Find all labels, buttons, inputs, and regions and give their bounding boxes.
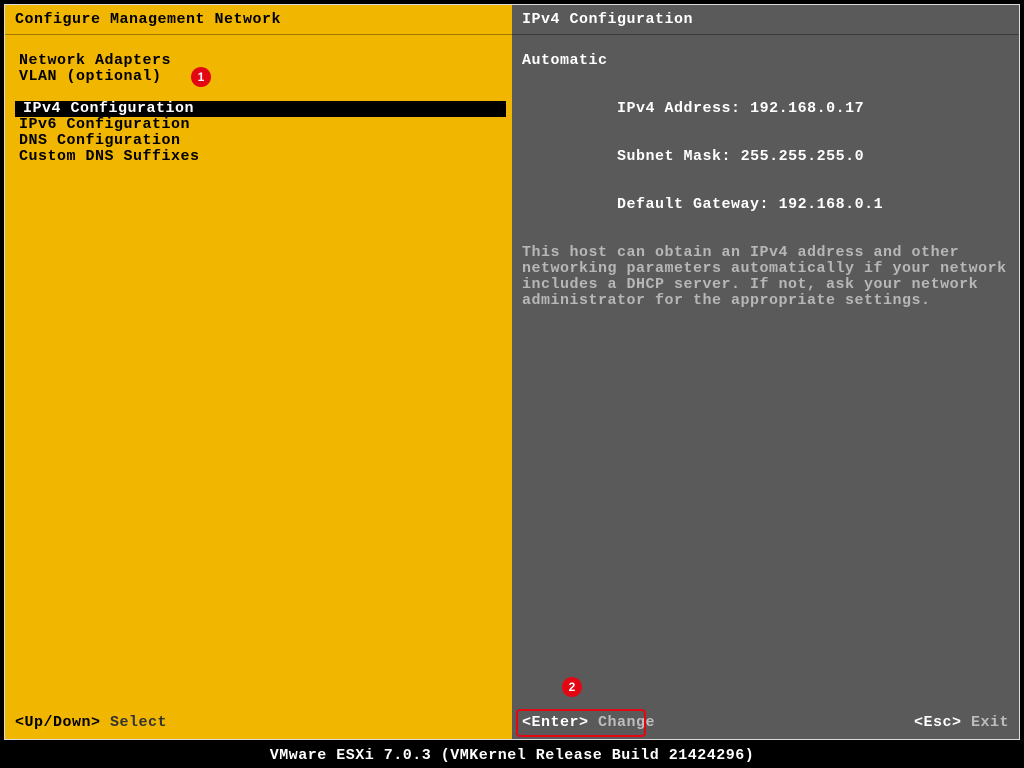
menu-item-ipv4-selected[interactable]: IPv4 Configuration	[15, 101, 506, 117]
left-footer-hint: <Up/Down> Select	[15, 714, 167, 731]
ipv4-help-text: This host can obtain an IPv4 address and…	[522, 245, 1009, 309]
default-gateway-value: 192.168.0.1	[779, 196, 884, 213]
status-bar: VMware ESXi 7.0.3 (VMKernel Release Buil…	[0, 744, 1024, 768]
hint-key-enter: <Enter>	[522, 714, 589, 731]
hint-action-select: Select	[110, 714, 167, 731]
hint-esc[interactable]: <Esc> Exit	[914, 714, 1009, 731]
callout-badge-1: 1	[191, 67, 211, 87]
default-gateway-label: Default Gateway:	[617, 196, 769, 213]
menu-item-custom-dns-suffixes[interactable]: Custom DNS Suffixes	[19, 149, 502, 165]
ipv4-address-row: IPv4 Address: 192.168.0.17	[522, 85, 1009, 133]
hint-key-esc: <Esc>	[914, 714, 962, 731]
left-panel: Configure Management Network Network Ada…	[5, 5, 512, 739]
subnet-mask-value: 255.255.255.0	[741, 148, 865, 165]
subnet-mask-row: Subnet Mask: 255.255.255.0	[522, 133, 1009, 181]
right-panel-body: Automatic IPv4 Address: 192.168.0.17 Sub…	[512, 35, 1019, 739]
default-gateway-row: Default Gateway: 192.168.0.1	[522, 181, 1009, 229]
hint-action-exit: Exit	[971, 714, 1009, 731]
ipv4-address-label: IPv4 Address:	[617, 100, 741, 117]
esxi-dcui-screen: Configure Management Network Network Ada…	[0, 0, 1024, 768]
menu-item-ipv6[interactable]: IPv6 Configuration	[19, 117, 502, 133]
left-panel-title: Configure Management Network	[5, 5, 512, 35]
ipv4-address-value: 192.168.0.17	[750, 100, 864, 117]
ipv4-mode: Automatic	[522, 53, 1009, 69]
hint-keys-updown: <Up/Down>	[15, 714, 101, 731]
right-panel-title: IPv4 Configuration	[512, 5, 1019, 35]
callout-badge-2: 2	[562, 677, 582, 697]
hint-action-change: Change	[598, 714, 655, 731]
main-frame: Configure Management Network Network Ada…	[4, 4, 1020, 740]
right-panel: IPv4 Configuration Automatic IPv4 Addres…	[512, 5, 1019, 739]
hint-enter[interactable]: <Enter> Change	[522, 714, 655, 731]
subnet-mask-label: Subnet Mask:	[617, 148, 731, 165]
menu-item-dns[interactable]: DNS Configuration	[19, 133, 502, 149]
menu-list: Network Adapters VLAN (optional) IPv4 Co…	[5, 35, 512, 739]
menu-item-network-adapters[interactable]: Network Adapters	[19, 53, 502, 69]
menu-item-label: IPv4 Configuration	[23, 101, 194, 117]
menu-item-vlan[interactable]: VLAN (optional)	[19, 69, 502, 85]
